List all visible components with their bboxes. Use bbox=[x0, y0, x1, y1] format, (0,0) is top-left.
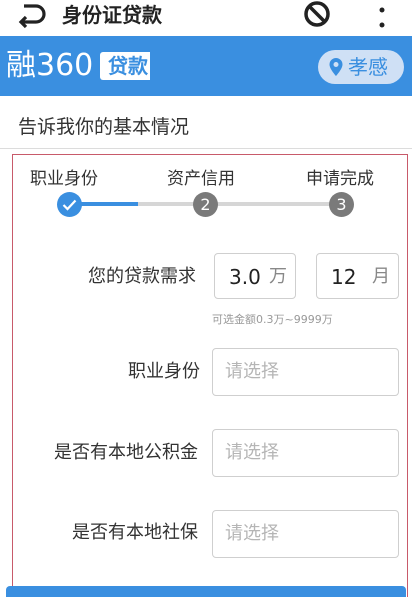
step-3-indicator: 3 bbox=[329, 192, 354, 217]
more-icon[interactable] bbox=[370, 4, 394, 32]
check-icon bbox=[62, 199, 77, 211]
loan-term-value: 12 bbox=[331, 265, 357, 289]
step-label-assets: 资产信用 bbox=[167, 169, 235, 189]
brand-tag: 贷款 bbox=[100, 52, 150, 80]
loan-amount-value: 3.0 bbox=[229, 265, 261, 289]
step-label-occupation: 职业身份 bbox=[30, 169, 98, 189]
block-icon[interactable] bbox=[302, 0, 332, 30]
city-selector-button[interactable]: 孝感 bbox=[318, 50, 404, 84]
brand-logo: 融360 bbox=[6, 48, 94, 83]
loan-amount-unit: 万 bbox=[269, 266, 287, 287]
brand-bar: 融360 贷款 孝感 bbox=[0, 36, 412, 96]
loan-amount-hint: 可选金额0.3万~9999万 bbox=[212, 313, 333, 326]
social-insurance-select[interactable]: 请选择 bbox=[212, 510, 399, 558]
provident-fund-placeholder: 请选择 bbox=[225, 442, 279, 463]
loan-term-unit: 月 bbox=[372, 266, 390, 287]
section-title: 告诉我你的基本情况 bbox=[18, 116, 190, 138]
submit-button[interactable] bbox=[6, 586, 406, 597]
loan-amount-input[interactable]: 3.0 万 bbox=[214, 253, 296, 299]
step-1-done-icon bbox=[57, 192, 82, 217]
occupation-label: 职业身份 bbox=[128, 361, 200, 382]
location-pin-icon bbox=[329, 58, 343, 76]
occupation-select[interactable]: 请选择 bbox=[212, 348, 399, 396]
provident-fund-select[interactable]: 请选择 bbox=[212, 429, 399, 477]
occupation-placeholder: 请选择 bbox=[225, 361, 279, 382]
step-label-complete: 申请完成 bbox=[306, 169, 374, 189]
step-2-indicator: 2 bbox=[193, 192, 218, 217]
section-divider bbox=[0, 148, 412, 149]
social-insurance-placeholder: 请选择 bbox=[225, 523, 279, 544]
provident-fund-label: 是否有本地公积金 bbox=[54, 442, 198, 463]
social-insurance-label: 是否有本地社保 bbox=[72, 522, 198, 543]
loan-label: 您的贷款需求 bbox=[88, 266, 196, 287]
city-label: 孝感 bbox=[348, 55, 388, 79]
back-icon[interactable] bbox=[14, 2, 46, 30]
page-title: 身份证贷款 bbox=[62, 3, 162, 27]
loan-term-input[interactable]: 12 月 bbox=[316, 253, 399, 299]
app-bar: 身份证贷款 bbox=[0, 0, 412, 34]
